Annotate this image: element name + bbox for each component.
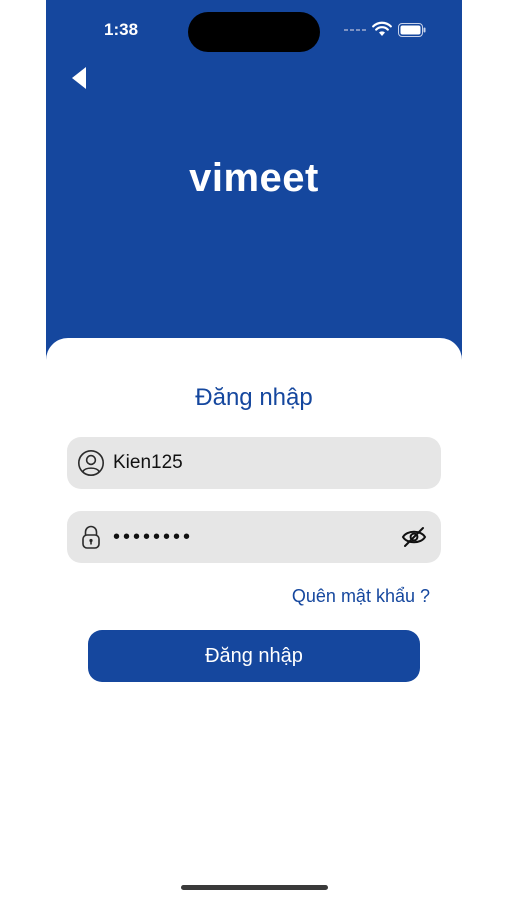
brand-logo: vimeet bbox=[189, 156, 319, 200]
lock-icon bbox=[82, 525, 100, 549]
eye-slash-icon[interactable] bbox=[401, 525, 427, 549]
username-field[interactable] bbox=[67, 437, 441, 489]
dynamic-island bbox=[188, 12, 320, 52]
battery-icon bbox=[398, 23, 426, 37]
login-card bbox=[46, 338, 462, 900]
username-input[interactable] bbox=[113, 437, 413, 489]
user-icon bbox=[78, 450, 104, 476]
forgot-password-link[interactable]: Quên mật khẩu ? bbox=[250, 586, 430, 607]
home-indicator bbox=[181, 885, 328, 890]
login-screen: 1:38 vimeet Đăng nhập Kien125 •••••••• Q… bbox=[0, 0, 507, 900]
wifi-icon bbox=[372, 21, 392, 36]
password-field[interactable] bbox=[67, 511, 441, 563]
login-button[interactable]: Đăng nhập bbox=[88, 630, 420, 682]
back-arrow-icon[interactable] bbox=[68, 64, 92, 92]
password-input[interactable] bbox=[113, 511, 393, 563]
cellular-dots-icon bbox=[344, 26, 366, 34]
status-bar: 1:38 bbox=[46, 0, 462, 62]
form-title: Đăng nhập bbox=[195, 384, 313, 411]
status-time: 1:38 bbox=[104, 20, 139, 39]
